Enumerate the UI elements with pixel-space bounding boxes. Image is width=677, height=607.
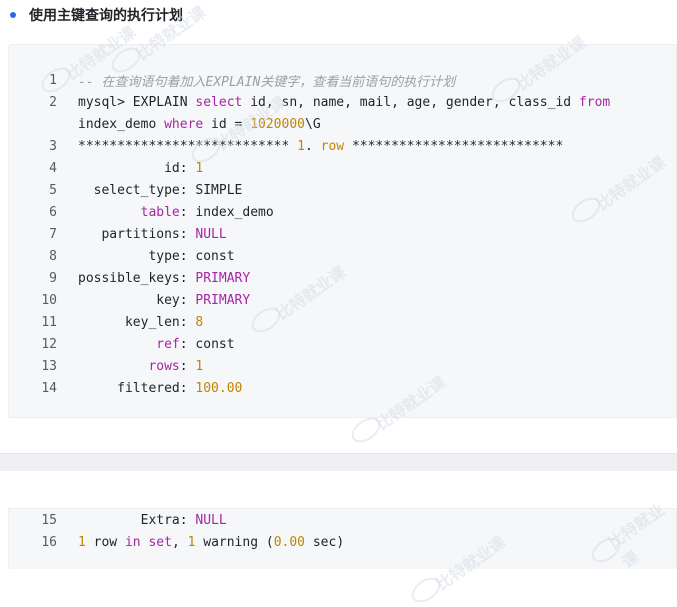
code-text: id: 1 [78, 161, 203, 176]
line-number: 8 [49, 248, 57, 264]
code-block-continued: 15 Extra: NULL 16 1 row in set, 1 warning … [8, 508, 677, 569]
line-number: 9 [49, 270, 57, 286]
section-heading: 使用主键查询的执行计划 [29, 8, 183, 24]
code-text: select_type: SIMPLE [78, 182, 243, 198]
code-token: 8 [195, 314, 204, 330]
code-line: index_demo where id = 1020000\G [9, 113, 676, 135]
code-block: 1 -- 在查询语句着加入EXPLAIN关键字，查看当前语句的执行计划 2 mysql… [8, 44, 677, 418]
code-text: key_len: 8 [78, 315, 203, 330]
code-token: key: [78, 292, 196, 308]
code-token: *************************** [78, 138, 298, 154]
line-number: 15 [41, 512, 57, 528]
code-token: 100.00 [195, 380, 243, 396]
code-text: key: PRIMARY [78, 293, 250, 308]
line-number: 10 [41, 292, 57, 308]
code-token: type: const [78, 248, 235, 264]
bullet-icon [10, 12, 16, 18]
line-number: 2 [49, 94, 57, 110]
code-token: row [320, 138, 345, 154]
code-text: Extra: NULL [78, 513, 227, 528]
code-token: from [578, 94, 611, 110]
code-token: id, sn, name, mail, age, gender, class_i… [242, 94, 579, 110]
page-divider [0, 453, 677, 471]
code-token: select [195, 94, 243, 110]
code-token: : const [179, 336, 235, 352]
code-line: 4 id: 1 [9, 157, 676, 179]
code-text: index_demo where id = 1020000\G [78, 117, 321, 132]
code-text: *************************** 1. row *****… [78, 139, 563, 154]
code-line: 11 key_len: 8 [9, 311, 676, 333]
code-text: table: index_demo [78, 205, 274, 220]
code-text: mysql> EXPLAIN select id, sn, name, mail… [78, 95, 610, 110]
code-text: type: const [78, 248, 235, 264]
code-line: 10 key: PRIMARY [9, 289, 676, 311]
code-token: partitions: [78, 226, 196, 242]
code-token: table [140, 204, 180, 220]
code-text: -- 在查询语句着加入EXPLAIN关键字，查看当前语句的执行计划 [78, 71, 455, 90]
code-text: rows: 1 [78, 359, 203, 374]
code-token: . [304, 138, 321, 154]
code-line: 14 filtered: 100.00 [9, 377, 676, 399]
code-text: partitions: NULL [78, 226, 227, 242]
code-token: : [179, 358, 196, 374]
code-token: index_demo [78, 116, 165, 132]
code-token: : index_demo [179, 204, 274, 220]
line-number: 7 [49, 226, 57, 242]
line-number: 16 [41, 534, 57, 550]
code-token: possible_keys: [78, 270, 196, 286]
code-line: 2 mysql> EXPLAIN select id, sn, name, mai… [9, 91, 676, 113]
code-token: \G [305, 116, 321, 132]
line-number: 6 [49, 204, 57, 220]
line-number: 13 [41, 358, 57, 374]
code-token: 1 [297, 138, 305, 154]
line-number: 14 [41, 380, 57, 396]
line-number: 11 [41, 314, 57, 330]
code-text: possible_keys: PRIMARY [78, 271, 250, 286]
code-token: sec) [305, 534, 345, 550]
line-number: 4 [49, 160, 57, 176]
code-token: , [171, 534, 188, 550]
code-line: 3 *************************** 1. row ****… [9, 135, 676, 157]
code-token: NULL [195, 512, 227, 528]
code-token: where [164, 116, 204, 132]
list-item-heading: 使用主键查询的执行计划 [10, 4, 183, 26]
code-token: *************************** [344, 138, 564, 154]
code-text: ref: const [78, 336, 235, 352]
code-line: 5 select_type: SIMPLE [9, 179, 676, 201]
line-number: 3 [49, 138, 57, 154]
code-line: 16 1 row in set, 1 warning (0.00 sec) [9, 531, 676, 553]
code-line: 12 ref: const [9, 333, 676, 355]
code-token: filtered: [78, 380, 196, 396]
code-token: key_len: [78, 314, 196, 330]
code-token: warning ( [195, 534, 274, 550]
code-token: 0.00 [273, 534, 306, 550]
code-token: Extra: [78, 512, 196, 528]
code-token: select_type: SIMPLE [78, 182, 243, 198]
code-token: PRIMARY [195, 292, 251, 308]
code-token: id: [78, 160, 196, 176]
code-text: 1 row in set, 1 warning (0.00 sec) [78, 535, 344, 550]
code-token: in [124, 534, 141, 550]
code-token: set [148, 534, 172, 550]
code-line: 8 type: const [9, 245, 676, 267]
code-line: 1 -- 在查询语句着加入EXPLAIN关键字，查看当前语句的执行计划 [9, 69, 676, 91]
line-number: 5 [49, 182, 57, 198]
code-text: filtered: 100.00 [78, 381, 242, 396]
code-token: PRIMARY [195, 270, 251, 286]
code-token: ref [156, 336, 180, 352]
code-token: mysql> EXPLAIN [78, 94, 196, 110]
code-line: 13 rows: 1 [9, 355, 676, 377]
code-token: 1 [195, 358, 204, 374]
line-number: 12 [41, 336, 57, 352]
code-line: 15 Extra: NULL [9, 509, 676, 531]
code-token: NULL [195, 226, 227, 242]
code-token: rows [148, 358, 180, 374]
code-token: -- 在查询语句着加入EXPLAIN关键字，查看当前语句的执行计划 [78, 74, 456, 90]
code-token: 1 [78, 534, 86, 550]
code-line: 7 partitions: NULL [9, 223, 676, 245]
code-token: row [85, 534, 125, 550]
